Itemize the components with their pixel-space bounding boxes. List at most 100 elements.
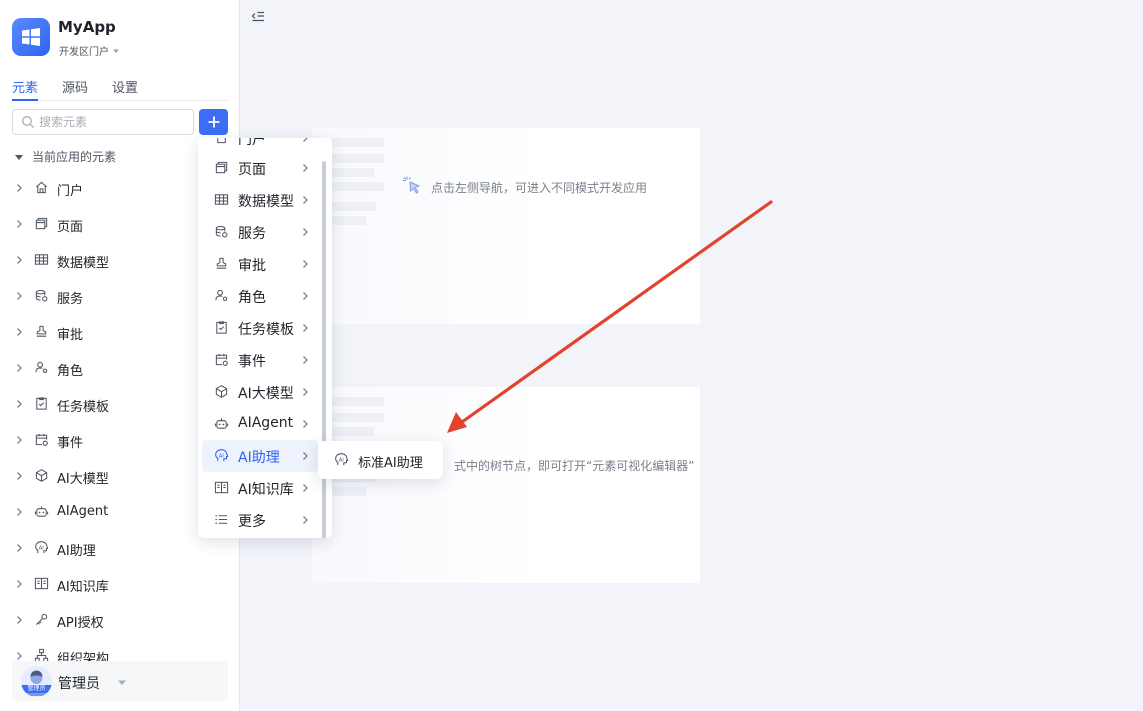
role-icon [215,289,228,301]
menu-item-task-template[interactable]: 任务模板 [202,312,318,344]
search-icon [22,116,34,128]
menu-item-service[interactable]: 服务 [202,216,318,248]
menu-item-event[interactable]: 事件 [202,344,318,376]
chevron-right-icon [303,164,308,172]
skeleton-line [332,154,384,163]
menu-item-label: 角色 [238,290,266,306]
chevron-right-icon [303,420,308,428]
chevron-right-icon [17,328,22,336]
chevron-right-icon [303,516,308,524]
key-icon [35,613,48,626]
menu-item-page[interactable]: 页面 [202,152,318,184]
app-logo [12,18,50,56]
placeholder-card-navigation: 点击左侧导航，可进入不同模式开发应用 [312,128,700,324]
menu-item-approval[interactable]: 审批 [202,248,318,280]
database-icon [35,290,48,302]
menu-item-label: 页面 [238,162,266,178]
menu-item-label: 数据模型 [238,194,294,210]
skeleton-line [332,397,384,406]
cube-icon [35,469,48,482]
chevron-right-icon [303,324,308,332]
home-icon [217,138,226,144]
skeleton-line [332,138,384,147]
cube-icon [215,385,228,398]
tree-item-org-structure[interactable]: 组织架构 [0,638,239,662]
ai-assistant-icon: AI [35,541,49,554]
menu-item-more[interactable]: 更多 [202,504,318,536]
caret-down-icon [113,49,119,53]
skeleton-line [332,413,384,422]
page-icon [215,161,228,174]
chevron-right-icon [303,196,308,204]
menu-item-label: 事件 [238,354,266,370]
chevron-right-icon [17,580,22,588]
collapse-sidebar-button[interactable] [251,11,265,23]
tree-item-api-auth[interactable]: API授权 [0,602,239,638]
menu-item-ai-model[interactable]: AI大模型 [202,376,318,408]
tab-elements[interactable]: 元素 [12,77,39,101]
avatar-tag: 管理员 [21,685,52,693]
book-icon [214,481,229,494]
chevron-right-icon [17,220,22,228]
home-icon [35,181,48,194]
book-icon [34,577,49,590]
user-name: 管理员 [58,676,100,692]
robot-icon [214,418,229,429]
menu-item-label: AI助理 [238,450,280,466]
menu-item-label: 更多 [238,514,266,530]
chevron-right-icon [303,228,308,236]
add-element-button[interactable] [199,109,228,135]
svg-text:AI: AI [39,545,45,551]
caret-down-icon [118,680,126,685]
menu-item-ai-assistant[interactable]: AI AI助理 [202,440,318,472]
tree-item-label: 门户 [57,184,84,199]
stamp-icon [36,325,47,337]
tab-settings[interactable]: 设置 [112,77,138,99]
stamp-icon [216,257,227,269]
tree-item-label: 服务 [57,292,84,307]
robot-icon [34,506,49,517]
calendar-event-icon [35,433,48,446]
svg-text:AI: AI [339,457,345,463]
skeleton-line [332,182,384,191]
tree-item-ai-knowledge-base[interactable]: AI知识库 [0,566,239,602]
chevron-right-icon [303,292,308,300]
tree-item-label: AIAgent [57,504,109,519]
group-current-app[interactable]: 当前应用的元素 [14,148,116,165]
menu-item-label: 审批 [238,258,266,274]
chevron-right-icon [303,260,308,268]
user-footer[interactable]: 管理员 管理员 [12,661,228,701]
menu-item-label: AI知识库 [238,482,294,498]
chevron-right-icon [17,400,22,408]
chevron-right-icon [303,452,308,460]
tab-source[interactable]: 源码 [62,77,88,99]
list-icon [215,515,228,524]
skeleton-line [332,216,366,225]
search-box [12,109,194,135]
menu-item-data-model[interactable]: 数据模型 [202,184,318,216]
ai-assistant-icon: AI [215,449,229,462]
search-input[interactable] [39,115,179,129]
chevron-right-icon [303,356,308,364]
tree-item-label: AI助理 [57,544,96,559]
menu-item-label: AIAgent [238,415,294,431]
chevron-right-icon [17,292,22,300]
tree-item-label: 审批 [57,328,84,343]
tree-item-label: 组织架构 [57,652,110,662]
chevron-right-icon [17,256,22,264]
calendar-event-icon [215,353,228,366]
tree-item-label: 角色 [57,364,84,379]
menu-item-role[interactable]: 角色 [202,280,318,312]
app-name: MyApp [58,18,116,36]
plus-icon [208,116,219,128]
ai-assistant-icon: AI [335,453,349,466]
portal-name: 开发区门户 [59,47,109,58]
menu-item-ai-knowledge-base[interactable]: AI知识库 [202,472,318,504]
chevron-right-icon [17,652,22,660]
submenu-standard-ai-assistant[interactable]: AI 标准AI助理 [318,441,443,479]
portal-selector[interactable]: 开发区门户 [59,43,121,58]
menu-scrollbar[interactable] [322,161,326,538]
caret-down-icon [15,154,23,160]
hint-editor: 式中的树节点，即可打开“元素可视化编辑器” [454,459,695,473]
menu-item-ai-agent[interactable]: AIAgent [202,408,318,440]
